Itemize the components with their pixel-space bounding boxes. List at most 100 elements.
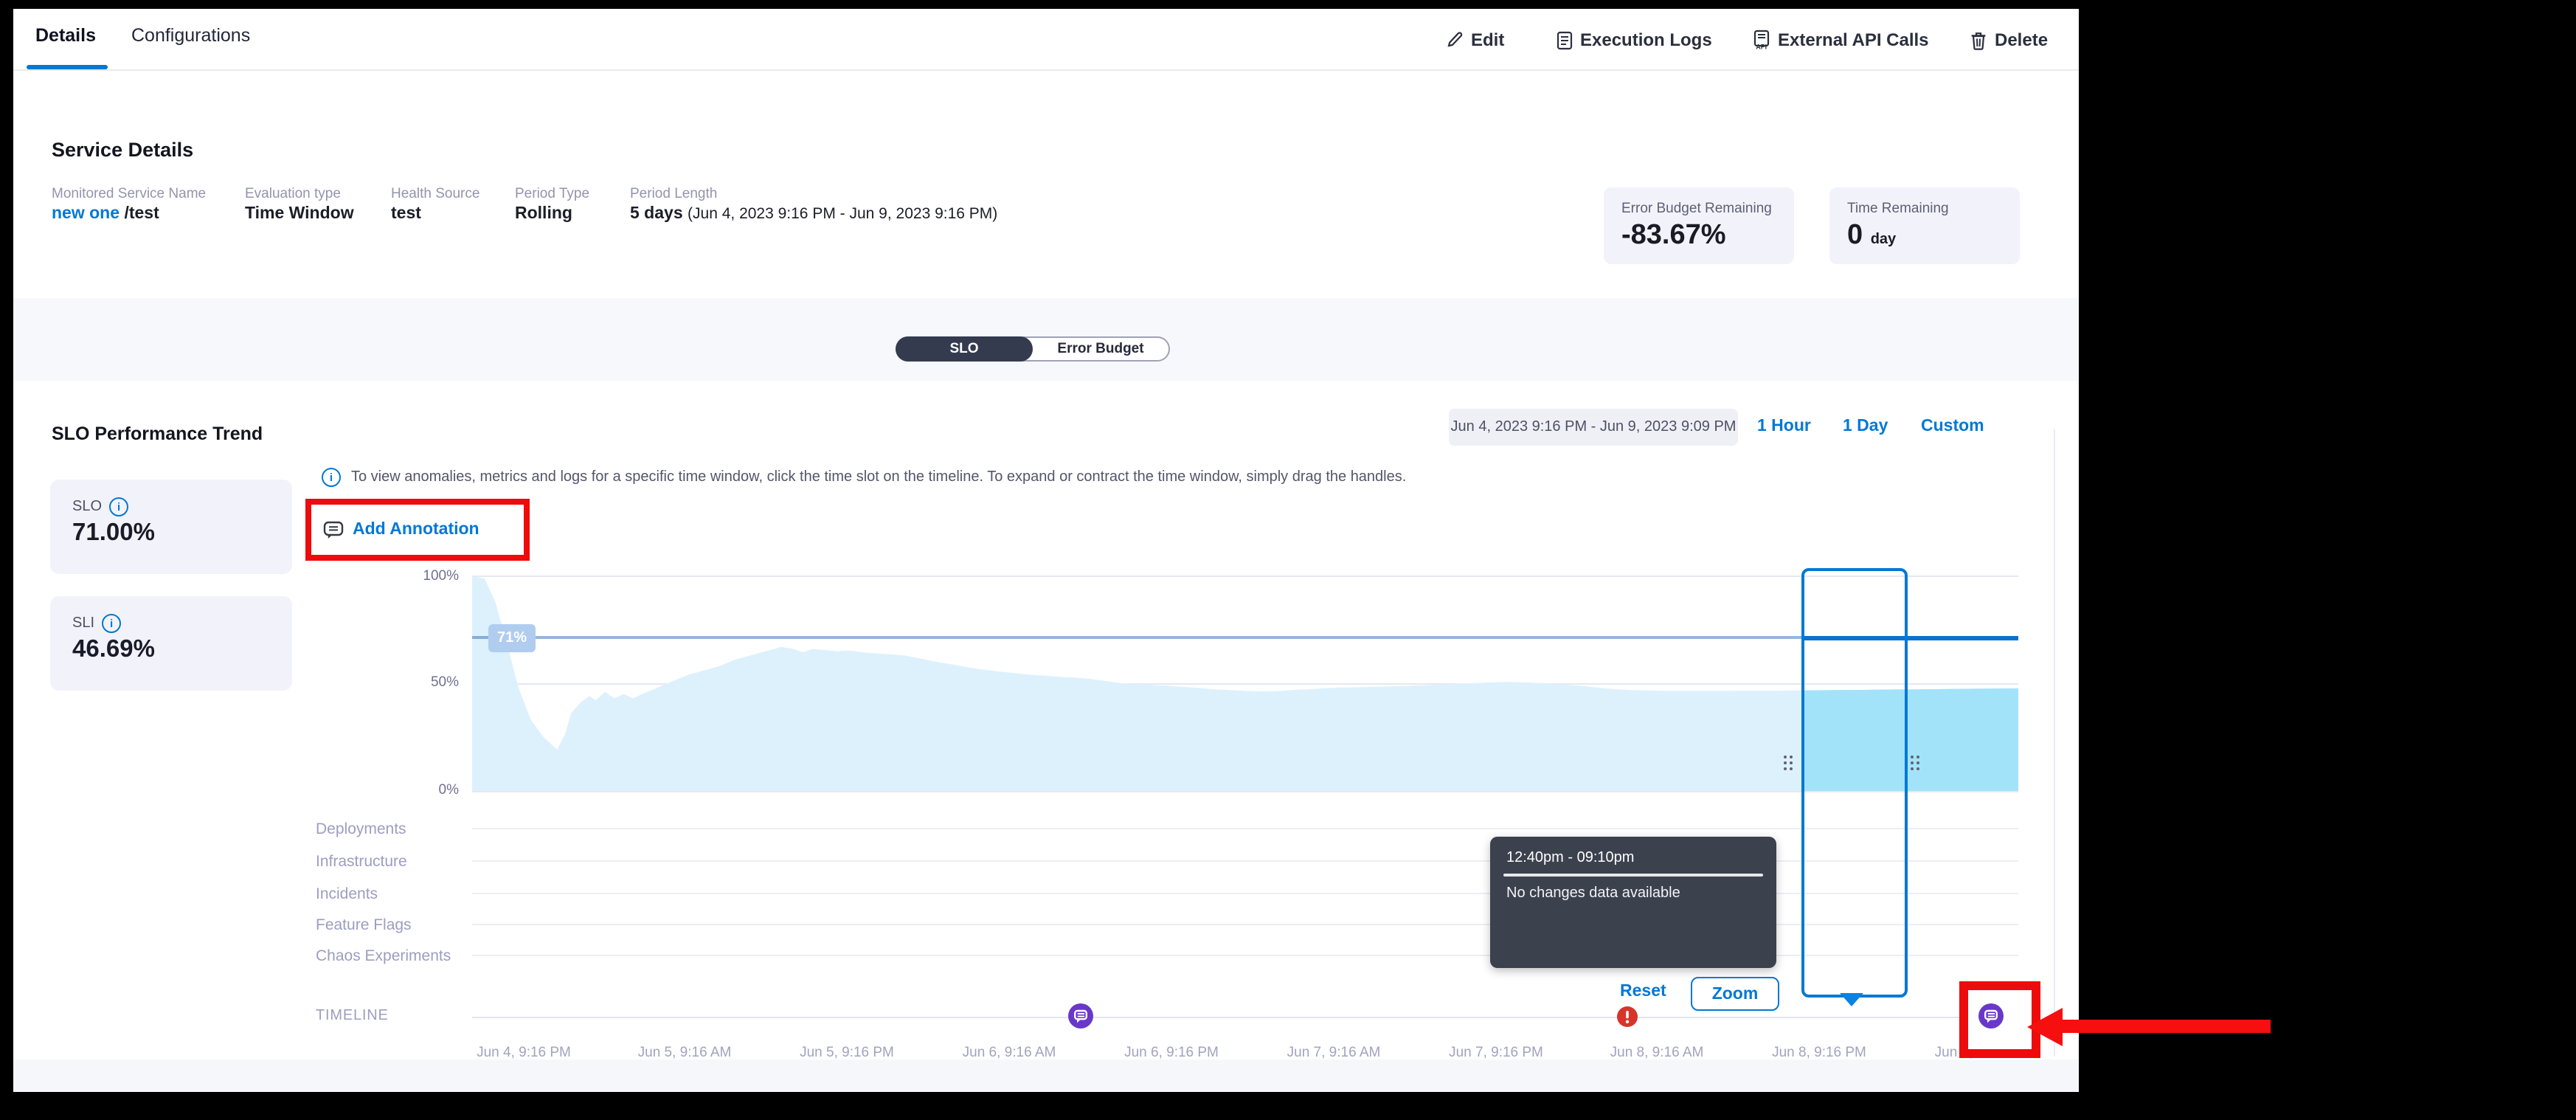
monitored-service-env: /test — [124, 205, 159, 223]
toggle-error-budget[interactable]: Error Budget — [1033, 338, 1168, 360]
range-custom[interactable]: Custom — [1921, 418, 1984, 435]
edit-label: Edit — [1471, 30, 1504, 50]
info-text: To view anomalies, metrics and logs for … — [351, 469, 1406, 485]
x-tick: Jun 8, 9:16 AM — [1610, 1045, 1704, 1061]
error-marker-icon[interactable] — [1617, 1006, 1642, 1031]
row-line — [472, 893, 2018, 894]
x-tick: Jun 8, 9:16 PM — [1772, 1045, 1866, 1061]
row-line — [472, 860, 2018, 862]
red-arrow-icon — [2027, 1008, 2063, 1046]
bottom-band — [13, 1059, 2079, 1092]
period-length-range: (Jun 4, 2023 9:16 PM - Jun 9, 2023 9:16 … — [688, 205, 997, 223]
selection-drag-handle-right[interactable] — [1911, 756, 1921, 773]
toggle-slo[interactable]: SLO — [896, 336, 1033, 362]
app-panel: Details Configurations Edit Execution Lo… — [13, 9, 2079, 1092]
screenshot-frame: Details Configurations Edit Execution Lo… — [0, 0, 2576, 1120]
sli-info-icon[interactable]: i — [102, 614, 121, 633]
error-budget-remaining-card: Error Budget Remaining -83.67% — [1604, 187, 1794, 264]
slo-card-value: 71.00% — [72, 519, 155, 547]
row-label-feature-flags: Feature Flags — [316, 916, 412, 934]
trash-icon — [1970, 30, 1987, 49]
info-icon: i — [322, 468, 341, 487]
time-remaining-card: Time Remaining 0 day — [1829, 187, 2020, 264]
health-source-value: test — [391, 205, 421, 223]
annotation-marker-icon[interactable] — [1068, 1003, 1093, 1029]
add-annotation-button[interactable]: Add Annotation — [353, 521, 479, 539]
row-line — [472, 955, 2018, 956]
annotation-marker-icon-highlighted[interactable] — [1978, 1003, 2004, 1029]
gridline-0 — [472, 791, 2018, 792]
delete-button[interactable]: Delete — [1970, 30, 2048, 50]
time-remaining-unit: day — [1871, 232, 1896, 248]
x-tick: Jun 5, 9:16 AM — [638, 1045, 732, 1061]
trend-title: SLO Performance Trend — [52, 424, 263, 444]
date-range-pill[interactable]: Jun 4, 2023 9:16 PM - Jun 9, 2023 9:09 P… — [1449, 409, 1738, 446]
red-arrow-shaft — [2060, 1020, 2271, 1033]
x-tick: Jun 7, 9:16 PM — [1449, 1045, 1543, 1061]
tab-configurations[interactable]: Configurations — [131, 25, 250, 46]
reset-button[interactable]: Reset — [1620, 983, 1666, 1000]
row-label-chaos-experiments: Chaos Experiments — [316, 947, 451, 965]
selection-handle-arrow[interactable] — [1840, 993, 1863, 1006]
error-budget-remaining-value: -83.67% — [1621, 220, 1726, 252]
tab-details[interactable]: Details — [35, 25, 96, 46]
row-label-incidents: Incidents — [316, 885, 378, 903]
row-line — [472, 828, 2018, 829]
tooltip-time-range: 12:40pm - 09:10pm — [1506, 850, 1634, 866]
range-1-day[interactable]: 1 Day — [1843, 418, 1888, 435]
row-label-deployments: Deployments — [316, 820, 406, 838]
range-1-hour[interactable]: 1 Hour — [1757, 418, 1811, 435]
time-remaining-label: Time Remaining — [1847, 201, 1949, 217]
external-api-calls-button[interactable]: API External API Calls — [1753, 30, 1929, 50]
monitored-service-label: Monitored Service Name — [52, 186, 206, 202]
monitored-service-link[interactable]: new one — [52, 205, 120, 223]
execution-logs-button[interactable]: Execution Logs — [1557, 30, 1712, 50]
x-tick: Jun 6, 9:16 PM — [1124, 1045, 1219, 1061]
speech-bubble-icon — [323, 520, 344, 539]
row-line — [472, 924, 2018, 925]
svg-text:API: API — [1756, 43, 1767, 50]
external-api-calls-label: External API Calls — [1778, 30, 1929, 50]
period-length-label: Period Length — [630, 186, 717, 202]
selection-drag-handle-left[interactable] — [1784, 756, 1794, 773]
slo-card: SLO i 71.00% — [50, 480, 292, 574]
x-tick: Jun 4, 9:16 PM — [477, 1045, 571, 1061]
panel-right-divider — [2054, 429, 2055, 1057]
tooltip-message: No changes data available — [1506, 885, 1680, 902]
evaluation-type-label: Evaluation type — [245, 186, 341, 202]
sli-card-value: 46.69% — [72, 636, 155, 664]
target-line-left — [472, 636, 1801, 639]
period-type-label: Period Type — [515, 186, 589, 202]
period-length-days: 5 days — [630, 205, 683, 223]
x-tick: Jun 6, 9:16 AM — [963, 1045, 1056, 1061]
x-tick: Jun 7, 9:16 AM — [1287, 1045, 1381, 1061]
slo-info-icon[interactable]: i — [109, 497, 128, 516]
sli-card-label: SLI — [72, 615, 94, 632]
zoom-button[interactable]: Zoom — [1691, 977, 1779, 1011]
x-tick: Jun 5, 9:16 PM — [800, 1045, 894, 1061]
timeline-tooltip: 12:40pm - 09:10pm No changes data availa… — [1490, 837, 1776, 968]
add-annotation-highlight-box: Add Annotation — [305, 499, 530, 561]
tooltip-divider — [1503, 874, 1763, 877]
evaluation-type-value: Time Window — [245, 205, 354, 223]
health-source-label: Health Source — [391, 186, 479, 202]
y-tick-50: 50% — [400, 674, 459, 691]
y-tick-100: 100% — [400, 568, 459, 584]
api-document-icon: API — [1753, 30, 1770, 50]
document-icon — [1557, 30, 1573, 49]
sli-card: SLI i 46.69% — [50, 596, 292, 691]
active-tab-underline — [27, 65, 108, 69]
period-type-value: Rolling — [515, 205, 572, 223]
pencil-icon — [1446, 31, 1464, 49]
timeline-line[interactable] — [472, 1017, 2018, 1018]
period-length-value: 5 days (Jun 4, 2023 9:16 PM - Jun 9, 202… — [630, 205, 997, 223]
timeline-label: TIMELINE — [316, 1008, 389, 1024]
execution-logs-label: Execution Logs — [1580, 30, 1712, 50]
service-details-title: Service Details — [52, 139, 193, 161]
view-toggle: SLO Error Budget — [896, 336, 1170, 362]
monitored-service-value: new one /test — [52, 205, 159, 223]
time-window-selection[interactable] — [1801, 568, 1908, 998]
info-row: i To view anomalies, metrics and logs fo… — [322, 468, 1406, 487]
slo-card-label: SLO — [72, 499, 102, 515]
edit-button[interactable]: Edit — [1446, 30, 1504, 50]
